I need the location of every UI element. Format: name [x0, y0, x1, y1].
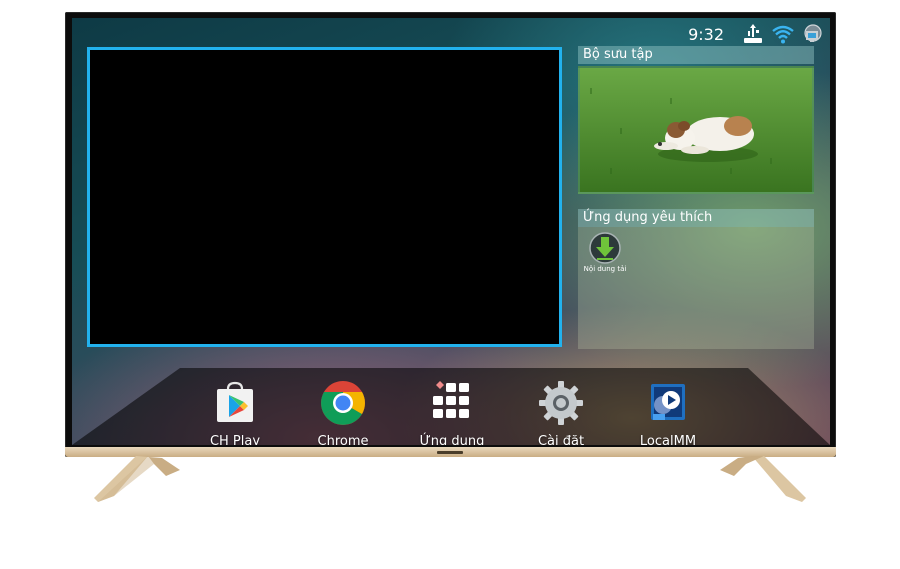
dock-app-chrome[interactable]: Chrome	[295, 380, 391, 445]
clock: 9:32	[688, 24, 724, 44]
dock-app-label: LocalMM	[639, 434, 697, 445]
settings-gear-icon	[539, 381, 583, 425]
dock-app-label: Cài đặt	[537, 434, 585, 445]
favorites-title: Ứng dụng yêu thích	[578, 209, 814, 227]
download-icon	[589, 232, 621, 264]
chrome-icon	[321, 381, 365, 425]
favorites-panel: Ứng dụng yêu thích Nội dung tải	[578, 209, 814, 349]
dock-app-localmm[interactable]: LocalMM	[620, 380, 716, 445]
dog-on-grass-photo	[580, 68, 812, 192]
gallery-title: Bộ sưu tập	[578, 46, 814, 64]
dock-app-label: Ứng dụng	[419, 434, 485, 445]
wifi-icon	[772, 25, 794, 44]
status-bar: 9:32	[688, 22, 824, 46]
play-store-icon	[217, 381, 253, 422]
tv-preview-window[interactable]	[87, 47, 562, 347]
gallery-thumbnail[interactable]	[578, 66, 814, 194]
tv-home-screen: 9:32 Bộ sưu tập Ứng dụng yêu thích Nội d…	[72, 18, 830, 445]
dock-app-settings[interactable]: Cài đặt	[513, 380, 609, 445]
fav-app-downloads[interactable]: Nội dung tải	[582, 231, 628, 273]
dock-app-label: CH Play	[209, 434, 261, 445]
dock-app-all-apps[interactable]: Ứng dụng	[404, 380, 500, 445]
gallery-panel[interactable]: Bộ sưu tập	[578, 46, 814, 194]
usb-icon	[744, 24, 762, 43]
tv-stand-left-leg	[94, 456, 180, 502]
favorites-grid: Nội dung tải	[578, 227, 814, 349]
dock-app-ch-play[interactable]: CH Play	[187, 380, 283, 445]
tv-stand-right-leg	[720, 456, 806, 502]
tv-brand-logo	[437, 451, 463, 454]
app-grid-icon	[433, 381, 469, 418]
network-icon	[804, 24, 822, 42]
local-media-icon	[651, 384, 685, 420]
fav-app-label: Nội dung tải	[583, 265, 627, 273]
dock-app-label: Chrome	[317, 434, 369, 445]
